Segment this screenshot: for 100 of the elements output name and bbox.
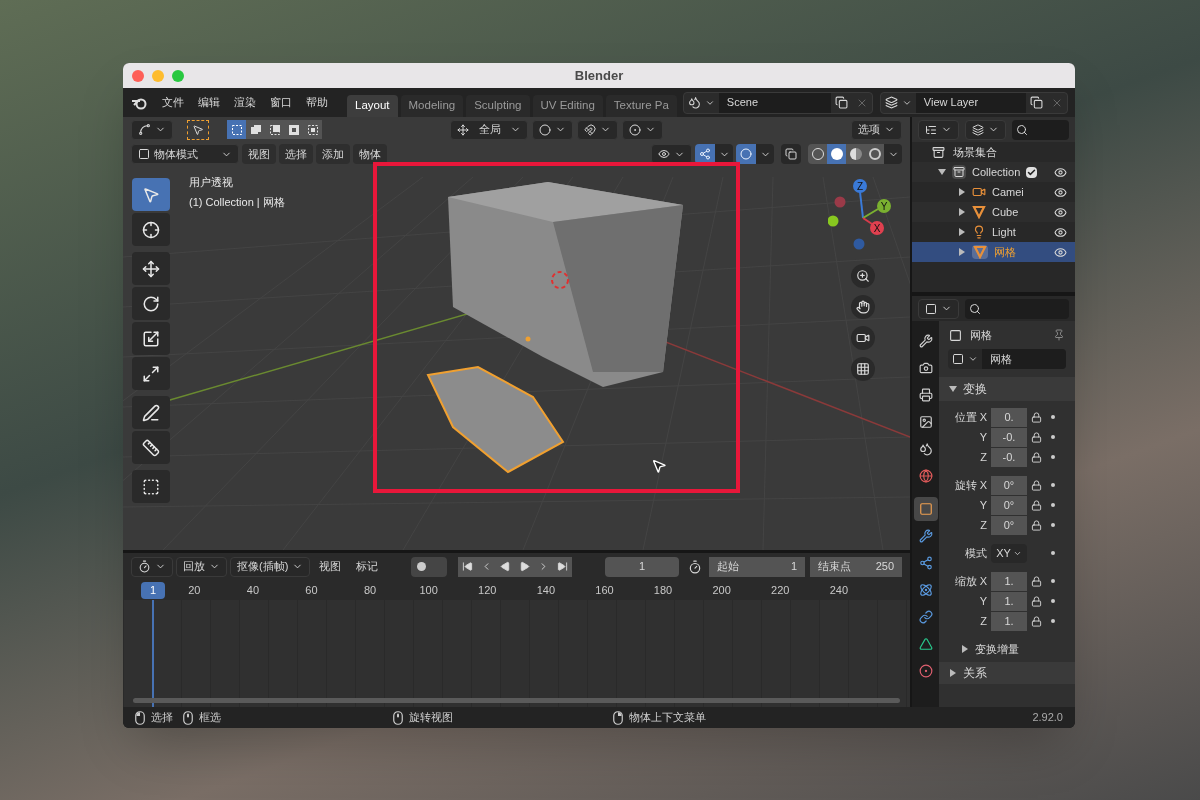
scrollbar[interactable]	[133, 698, 900, 703]
menu-item[interactable]: 物体	[353, 144, 387, 164]
lock-icon[interactable]	[1031, 615, 1042, 627]
lock-icon[interactable]	[1031, 451, 1042, 463]
tool-button[interactable]	[132, 431, 170, 464]
playback-dropdown[interactable]: 回放	[176, 556, 227, 577]
tool-button[interactable]	[132, 213, 170, 246]
shading-dropdown[interactable]	[884, 144, 902, 164]
axis-handle[interactable]	[862, 217, 884, 235]
lock-icon[interactable]	[1031, 411, 1042, 423]
outliner-row[interactable]: 网格	[912, 242, 1075, 262]
workspace-tab[interactable]: Sculpting	[466, 95, 530, 117]
editor-type-dropdown[interactable]	[131, 556, 173, 577]
viewport-info-text: (1) Collection | 网格	[189, 194, 285, 210]
menu-item[interactable]: 标记	[350, 558, 385, 575]
version-text: 2.92.0	[1032, 710, 1063, 726]
lock-icon[interactable]	[1031, 575, 1042, 587]
playhead-marker[interactable]: 1	[141, 581, 165, 599]
tool-button[interactable]	[132, 396, 170, 429]
options-dropdown[interactable]: 选项	[851, 119, 902, 140]
object-icon	[949, 328, 962, 342]
number-field[interactable]: -0.	[991, 427, 1027, 447]
start-frame-field[interactable]: 起始 1	[709, 556, 805, 577]
editor-type-dropdown[interactable]	[131, 119, 173, 140]
jump-end-button[interactable]	[553, 556, 572, 577]
keying-dropdown[interactable]: 抠像(插帧)	[230, 556, 311, 577]
number-field[interactable]: 0°	[991, 495, 1027, 515]
tool-button[interactable]	[132, 322, 170, 355]
display-mode-dropdown[interactable]	[918, 119, 959, 140]
axis-dot[interactable]	[853, 238, 865, 250]
number-field[interactable]: 1.	[991, 591, 1027, 611]
workspace-tab[interactable]: Modeling	[400, 95, 464, 117]
mode-dropdown[interactable]: XY	[991, 543, 1027, 563]
panel-header[interactable]: 变换	[939, 377, 1075, 401]
number-field[interactable]: 0°	[991, 475, 1027, 495]
tool-button[interactable]	[132, 357, 170, 390]
current-frame-field[interactable]: 1	[605, 556, 679, 577]
snap-dropdown[interactable]	[577, 119, 618, 140]
editor-type-dropdown[interactable]	[918, 298, 959, 319]
axis-dot[interactable]	[834, 196, 846, 208]
workspace-tab[interactable]: UV Editing	[532, 95, 603, 117]
eye-icon[interactable]	[1054, 165, 1067, 179]
end-frame-field[interactable]: 结束点 250	[810, 556, 902, 577]
number-field[interactable]: 1.	[991, 611, 1027, 631]
panel-header[interactable]: 关系	[939, 662, 1075, 684]
select-mode-button[interactable]	[303, 120, 322, 139]
number-field[interactable]: -0.	[991, 447, 1027, 467]
number-field[interactable]: 1.	[991, 571, 1027, 591]
orientation-dropdown[interactable]: 全局	[450, 119, 528, 140]
search-field[interactable]	[1012, 119, 1069, 140]
menu-item[interactable]: 视图	[242, 144, 276, 164]
checkbox[interactable]	[1026, 166, 1038, 178]
record-button[interactable]	[411, 556, 447, 577]
number-field[interactable]: 0°	[991, 515, 1027, 535]
lock-icon[interactable]	[1031, 479, 1042, 491]
pivot-dropdown[interactable]	[532, 119, 573, 140]
menu-item[interactable]: 窗口	[263, 91, 299, 114]
select-tool-button[interactable]	[187, 119, 209, 140]
menu-item[interactable]: 视图	[313, 558, 348, 575]
overlay-toggle[interactable]	[736, 144, 756, 164]
tool-button[interactable]	[132, 252, 170, 285]
pin-icon[interactable]	[1053, 329, 1065, 341]
menu-item[interactable]: 编辑	[191, 91, 227, 114]
proportional-dropdown[interactable]	[622, 119, 663, 140]
mode-dropdown[interactable]: 物体模式	[131, 144, 239, 164]
gizmo-dropdown[interactable]	[715, 144, 733, 164]
lock-icon[interactable]	[1031, 519, 1042, 531]
menu-item[interactable]: 渲染	[227, 91, 263, 114]
frame-number: 180	[652, 582, 674, 598]
search-field[interactable]	[965, 298, 1069, 319]
jump-start-button[interactable]	[458, 556, 477, 577]
select-mode-button[interactable]	[246, 120, 265, 139]
outliner-row[interactable]: Camei	[912, 182, 1075, 202]
xray-toggle[interactable]	[781, 144, 801, 164]
mouse-middle-icon	[183, 710, 193, 725]
properties-tab[interactable]	[913, 497, 938, 521]
menu-item[interactable]: 添加	[316, 144, 350, 164]
menu-item[interactable]: 文件	[155, 91, 191, 114]
overlay-dropdown[interactable]	[756, 144, 774, 164]
outliner-row[interactable]: Cube	[912, 202, 1075, 222]
tool-button[interactable]	[132, 470, 170, 503]
subpanel-header[interactable]: 变换增量	[939, 639, 1075, 659]
scene-icon	[687, 96, 701, 109]
filter-dropdown[interactable]	[965, 119, 1006, 140]
menu-item[interactable]: 选择	[279, 144, 313, 164]
select-mode-button[interactable]	[227, 120, 246, 139]
lock-icon[interactable]	[1031, 595, 1042, 607]
lock-icon[interactable]	[1031, 499, 1042, 511]
workspace-tab[interactable]: Layout	[347, 95, 398, 117]
scene-selector[interactable]: Scene	[682, 91, 873, 114]
tool-button[interactable]	[132, 287, 170, 320]
menu-item[interactable]: 帮助	[299, 91, 335, 114]
axis-handle[interactable]	[862, 199, 891, 219]
workspace-tab[interactable]: Texture Pa	[605, 95, 677, 117]
lock-icon[interactable]	[1031, 431, 1042, 443]
outliner-row[interactable]: Light	[912, 222, 1075, 242]
view-layer-selector[interactable]: View Layer	[879, 91, 1068, 114]
datablock-selector[interactable]: 网格	[948, 349, 1066, 369]
number-field[interactable]: 0.	[991, 407, 1027, 427]
axis-handle[interactable]	[853, 179, 867, 219]
